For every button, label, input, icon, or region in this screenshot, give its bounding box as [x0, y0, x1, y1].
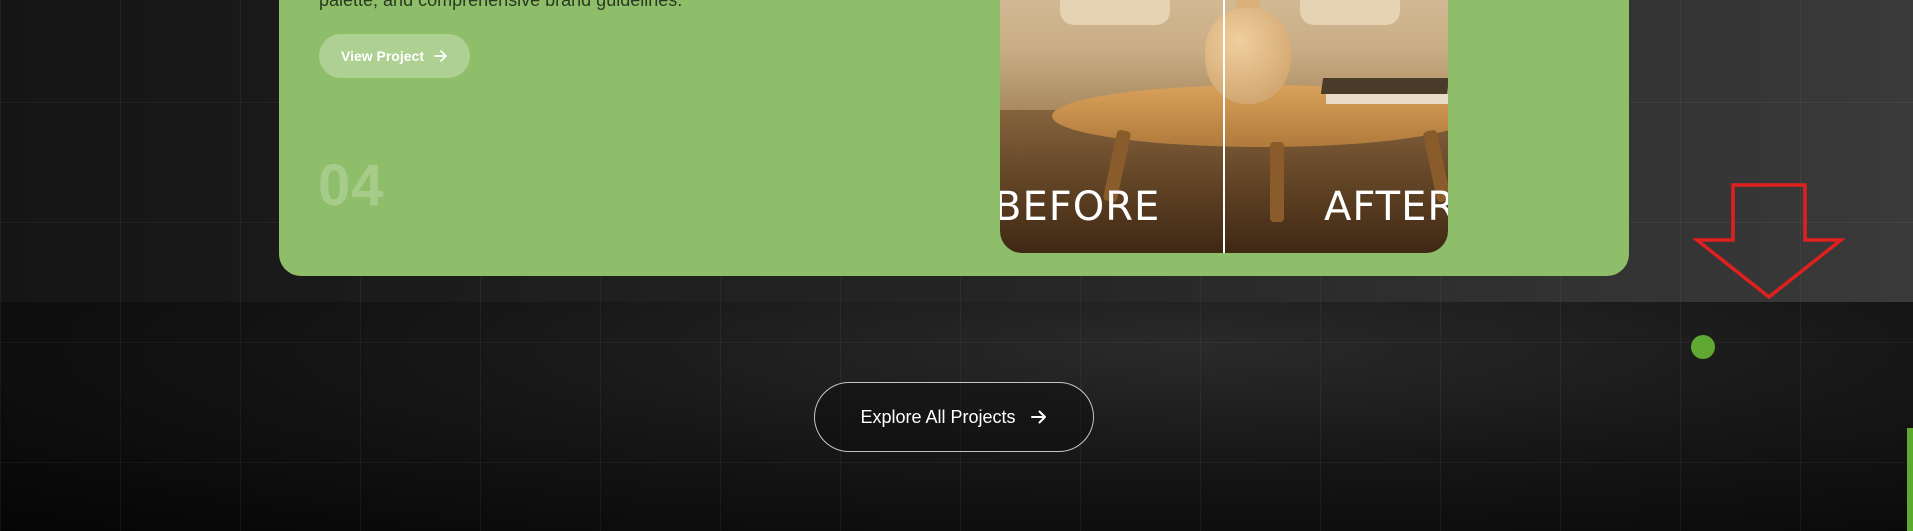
before-label: BEFORE [1000, 184, 1161, 230]
view-project-button[interactable]: View Project [319, 34, 470, 78]
books-image [1320, 78, 1448, 108]
explore-all-projects-label: Explore All Projects [860, 406, 1016, 427]
project-card: palette, and comprehensive brand guideli… [279, 0, 1629, 276]
green-dot-indicator [1691, 335, 1715, 359]
arrow-down-icon [1693, 183, 1845, 300]
scrollbar-thumb[interactable] [1907, 428, 1913, 531]
view-project-label: View Project [340, 48, 424, 64]
arrow-right-icon [434, 50, 447, 62]
after-label: AFTER [1324, 184, 1448, 230]
explore-all-projects-button[interactable]: Explore All Projects [814, 382, 1094, 452]
before-after-slider[interactable]: BEFORE AFTER [1000, 0, 1448, 253]
arrow-right-icon [1030, 410, 1046, 424]
project-description: palette, and comprehensive brand guideli… [319, 0, 683, 10]
project-number: 04 [318, 153, 385, 218]
vase-image [1205, 8, 1291, 104]
compare-divider-handle[interactable] [1223, 0, 1225, 253]
